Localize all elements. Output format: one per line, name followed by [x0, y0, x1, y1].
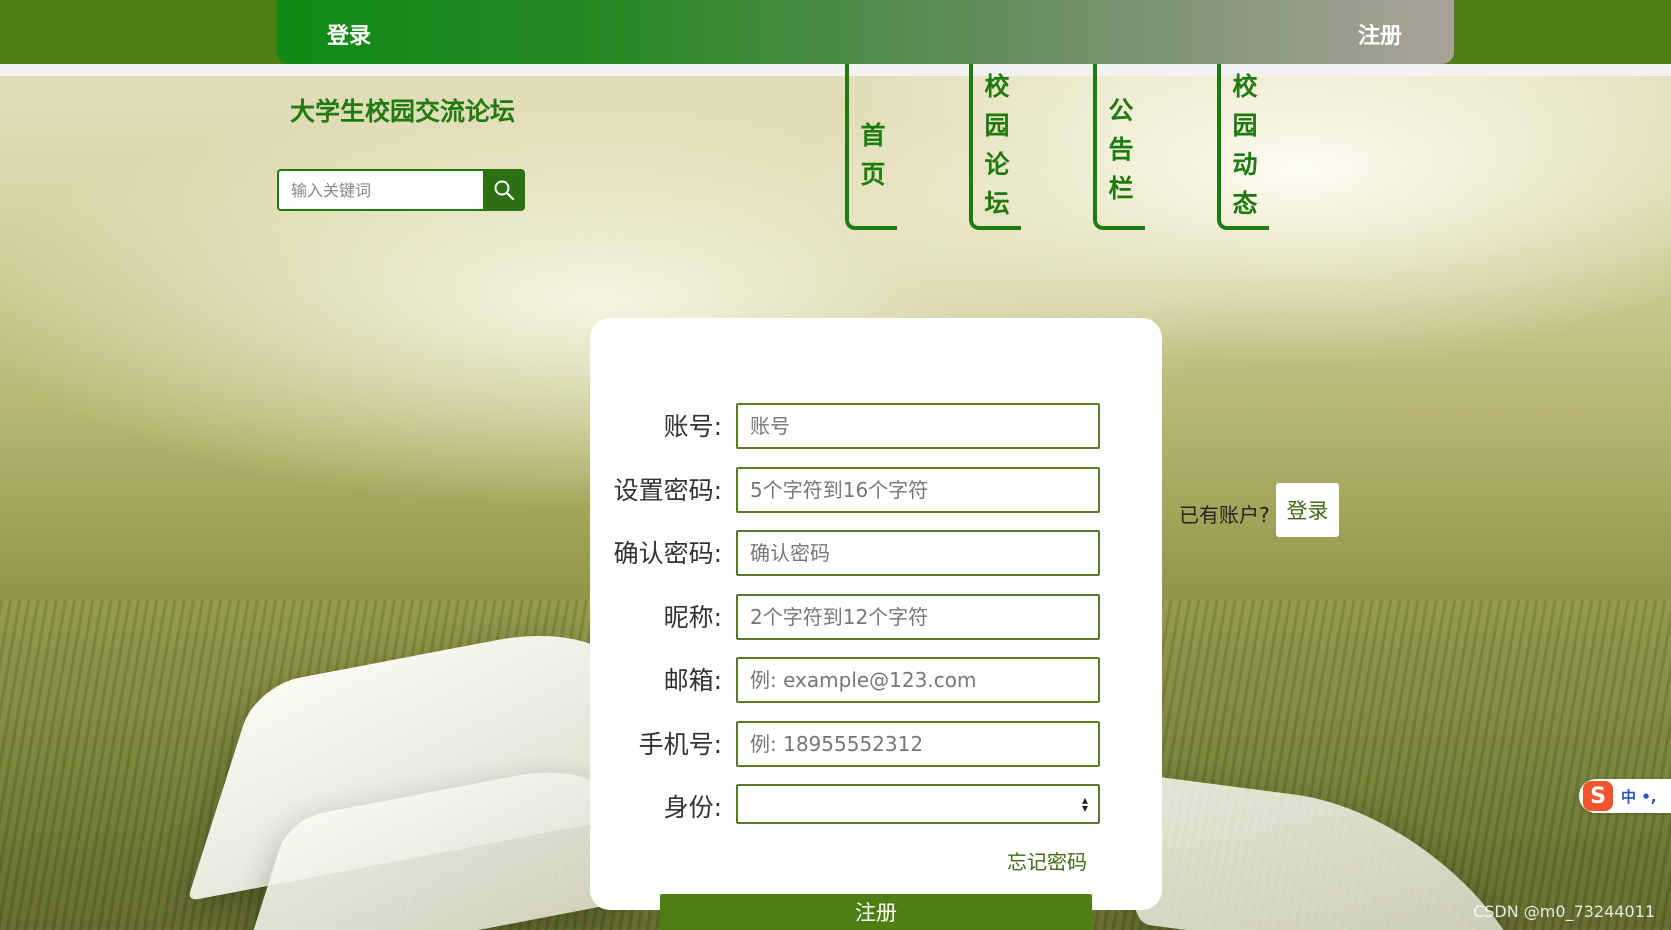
phone-input[interactable] [736, 721, 1100, 767]
nav-item-home[interactable]: 首 页 [845, 64, 897, 230]
top-nav: 登录 注册 [277, 0, 1454, 64]
email-label: 邮箱: [663, 666, 722, 695]
identity-row: 身份: ▴ ▾ [590, 784, 1162, 830]
nickname-input[interactable] [736, 594, 1100, 640]
password-row: 设置密码: [590, 467, 1162, 513]
nav-char: 态 [1232, 189, 1258, 218]
nav-char: 园 [984, 111, 1010, 140]
site-title: 大学生校园交流论坛 [290, 97, 516, 126]
email-row: 邮箱: [590, 657, 1162, 703]
nav-item-campus-news[interactable]: 校 园 动 态 [1217, 64, 1269, 230]
nav-char: 告 [1108, 134, 1134, 164]
register-submit-button[interactable]: 注册 [660, 894, 1092, 930]
email-input[interactable] [736, 657, 1100, 703]
ime-toolbar[interactable]: S 中 •, [1579, 779, 1671, 813]
nav-char: 栏 [1108, 173, 1134, 203]
nav-char: 首 [860, 121, 886, 150]
top-register-link[interactable]: 注册 [1358, 18, 1402, 50]
ime-status: 中 •, [1621, 787, 1657, 806]
phone-row: 手机号: [590, 721, 1162, 767]
top-login-link[interactable]: 登录 [327, 18, 371, 50]
search-box [277, 169, 525, 211]
nav-char: 公 [1108, 95, 1134, 125]
password-input[interactable] [736, 467, 1100, 513]
have-account-login-link[interactable]: 登录 [1276, 483, 1339, 537]
phone-label: 手机号: [638, 730, 722, 759]
confirm-password-row: 确认密码: [590, 530, 1162, 576]
select-arrows-icon: ▴ ▾ [1081, 793, 1088, 815]
watermark: CSDN @m0_73244011 [1473, 902, 1655, 921]
registration-form: 账号: 设置密码: 确认密码: 昵称: 邮箱: 手机号: 身份: ▴▾ 忘记密码 [590, 318, 1162, 910]
account-input[interactable] [736, 403, 1100, 449]
confirm-password-label: 确认密码: [613, 539, 722, 568]
nav-char: 页 [860, 160, 886, 189]
forgot-password-link[interactable]: 忘记密码 [1007, 846, 1087, 875]
nickname-label: 昵称: [663, 603, 722, 632]
search-icon [494, 180, 515, 201]
account-row: 账号: [590, 403, 1162, 449]
search-input[interactable] [277, 169, 483, 211]
nav-char: 论 [984, 150, 1010, 179]
identity-select[interactable]: ▴ ▾ [736, 784, 1100, 824]
confirm-password-input[interactable] [736, 530, 1100, 576]
top-bar-divider [0, 64, 1671, 76]
nav-item-campus-forum[interactable]: 校 园 论 坛 [969, 64, 1021, 230]
password-label: 设置密码: [613, 476, 722, 505]
identity-label: 身份: [663, 793, 722, 822]
have-account-text: 已有账户? [1179, 503, 1270, 527]
nav-char: 动 [1232, 150, 1258, 179]
nav-char: 园 [1232, 111, 1258, 140]
nav-item-bulletin-board[interactable]: 公 告 栏 [1093, 64, 1145, 230]
account-label: 账号: [663, 412, 722, 441]
search-button[interactable] [483, 169, 525, 211]
ime-logo-icon: S [1583, 781, 1613, 811]
nickname-row: 昵称: [590, 594, 1162, 640]
nav-char: 校 [984, 72, 1010, 101]
nav-char: 坛 [984, 189, 1010, 218]
nav-char: 校 [1232, 72, 1258, 101]
